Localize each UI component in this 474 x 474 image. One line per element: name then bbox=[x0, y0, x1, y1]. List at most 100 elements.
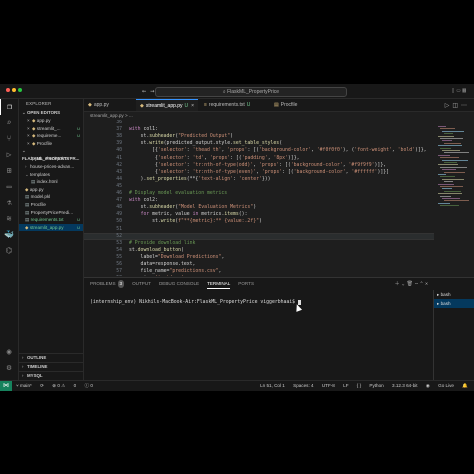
open-editors-section[interactable]: ⌄OPEN EDITORS bbox=[19, 109, 83, 117]
tree-item[interactable]: ▤ PropertyPricePredi... bbox=[19, 209, 83, 217]
indentation[interactable]: Spaces: 4 bbox=[293, 383, 313, 388]
minimap-line bbox=[440, 186, 463, 187]
tree-item[interactable]: ◆ app.py bbox=[19, 186, 83, 194]
database-icon[interactable]: ≋ bbox=[0, 211, 18, 227]
command-center[interactable]: ⌕ FlaskML_PropertyPrice bbox=[155, 87, 347, 97]
info-indicator[interactable]: ⓘ 0 bbox=[84, 383, 92, 388]
code-editor[interactable]: 36 37 38 39 40 41 42 43 44 45 46 47 48 49 50 51 52 53 54 55… bbox=[84, 120, 434, 276]
account-icon[interactable]: ◉ bbox=[0, 344, 18, 360]
panel-tab[interactable]: PORTS bbox=[238, 280, 254, 288]
customize-layout-icon[interactable]: ▦ bbox=[462, 87, 468, 94]
tree-item[interactable]: ▤ requirements.txt U bbox=[19, 216, 83, 224]
testing-icon[interactable]: ⚗ bbox=[0, 195, 18, 211]
trash-icon[interactable]: 🗑 bbox=[407, 281, 415, 287]
panel-tab[interactable]: OUTPUT bbox=[132, 280, 151, 288]
mysql-section[interactable]: › MYSQL bbox=[19, 371, 83, 380]
panel-tab-label: TERMINAL bbox=[207, 281, 231, 286]
close-icon[interactable]: × bbox=[27, 133, 31, 138]
tree-item[interactable]: ⌄ templates bbox=[19, 171, 83, 179]
line-number: 51 bbox=[116, 226, 122, 232]
panel-tab[interactable]: PROBLEMS 3 bbox=[90, 280, 125, 288]
back-arrow-icon[interactable]: ← bbox=[142, 87, 150, 95]
open-editor-item[interactable]: × ◆ Procfile bbox=[19, 140, 83, 148]
go-live-button[interactable]: ◉ Go Live bbox=[426, 383, 454, 388]
panel-tab-label: OUTPUT bbox=[132, 281, 151, 286]
tree-item-label: .ipynb_checkpoints bbox=[30, 156, 70, 162]
code-line: label="Download Predictions", bbox=[129, 254, 225, 260]
python-icon[interactable]: ⌬ bbox=[0, 243, 18, 259]
panel-actions: ＋⌄🗑⋯⌃✕ bbox=[395, 280, 430, 287]
line-number: 55 bbox=[116, 254, 122, 260]
close-icon[interactable]: × bbox=[27, 118, 31, 123]
line-number: 49 bbox=[116, 212, 122, 218]
panel-tab[interactable]: DEBUG CONSOLE bbox=[159, 280, 199, 288]
close-icon[interactable]: × bbox=[27, 126, 31, 131]
tree-item[interactable]: › house-prices-advan... bbox=[19, 163, 83, 171]
gear-icon[interactable]: ⚙ bbox=[0, 360, 18, 376]
zoom-window-button[interactable] bbox=[18, 88, 22, 92]
remote-indicator-icon[interactable]: ⋈ bbox=[0, 381, 12, 391]
open-editor-item[interactable]: × ◆ requireme... U bbox=[19, 132, 83, 140]
minimap-line bbox=[444, 142, 461, 144]
remote-explorer-icon[interactable]: ▭ bbox=[0, 179, 18, 195]
problems-indicator[interactable]: ⊗ 0 ⚠ 0 bbox=[52, 383, 76, 388]
editor-tab[interactable]: ◆ app.py bbox=[84, 99, 138, 111]
editor-tab[interactable]: ◆ streamlit_app.py U × bbox=[136, 99, 198, 111]
python-file-icon: ◆ bbox=[88, 102, 92, 108]
line-number: 45 bbox=[116, 183, 122, 189]
branch-indicator[interactable]: ⑂ main* bbox=[16, 383, 32, 388]
close-icon[interactable]: × bbox=[191, 103, 194, 109]
open-editor-item[interactable]: × ◆ app.py bbox=[19, 117, 83, 125]
minimap[interactable] bbox=[434, 120, 474, 276]
encoding[interactable]: UTF-8 bbox=[322, 383, 335, 388]
code-line: with col2: bbox=[129, 198, 158, 204]
tree-item[interactable]: ▤ Procfile bbox=[19, 201, 83, 209]
open-editor-item[interactable]: × ◆ streamlit_... U bbox=[19, 125, 83, 133]
panel-tab[interactable]: TERMINAL bbox=[207, 280, 231, 289]
language-mode[interactable]: { } Python bbox=[357, 383, 384, 388]
terminal-session[interactable]: ▸ bash bbox=[434, 299, 474, 308]
code-line: st.write(predicted_output.style.set_tabl… bbox=[129, 141, 283, 147]
split-editor-icon[interactable]: ◫ bbox=[452, 103, 461, 109]
explorer-icon[interactable]: ❐ bbox=[0, 99, 18, 115]
project-section[interactable]: ⌄FLASKML_PROPERTYPR... bbox=[19, 147, 83, 161]
line-number: 52 bbox=[116, 233, 122, 239]
terminal-output[interactable]: (internship_env) Nikhils-MacBook-Air:Fla… bbox=[90, 300, 301, 305]
search-icon[interactable]: ⌕ bbox=[0, 115, 18, 131]
tree-item[interactable]: ◆ streamlit_app.py U bbox=[19, 223, 83, 232]
new-terminal-icon[interactable]: ＋ bbox=[395, 281, 402, 287]
tree-item[interactable]: ▤ model.pkl bbox=[19, 193, 83, 201]
python-interpreter[interactable]: 3.12.3 64-bit bbox=[392, 383, 418, 388]
more-actions-icon[interactable]: ⋯ bbox=[461, 103, 470, 109]
timeline-section[interactable]: › TIMELINE bbox=[19, 362, 83, 371]
minimap-line bbox=[442, 188, 452, 190]
close-window-button[interactable] bbox=[6, 88, 10, 92]
cursor-position[interactable]: Ln 51, Col 1 bbox=[260, 383, 285, 388]
end-of-line[interactable]: LF bbox=[343, 383, 348, 388]
minimap-line bbox=[438, 164, 458, 166]
close-panel-icon[interactable]: ✕ bbox=[425, 281, 430, 287]
terminal-session[interactable]: ▸ bash bbox=[434, 290, 474, 299]
tree-item[interactable]: › .ipynb_checkpoints bbox=[19, 155, 83, 163]
editor-tab[interactable]: ≡ requirements.txt U bbox=[200, 99, 272, 111]
source-control-icon[interactable]: ⑂ bbox=[0, 131, 18, 147]
tree-item-label: requirements.txt bbox=[30, 217, 64, 223]
terminal-session-label: bash bbox=[440, 301, 451, 306]
run-debug-icon[interactable]: ▷ bbox=[0, 147, 18, 163]
code-line: data=response.text, bbox=[129, 262, 196, 267]
code-line: # Provide download link bbox=[129, 240, 196, 246]
extensions-icon[interactable]: ⊞ bbox=[0, 163, 18, 179]
outline-section[interactable]: › OUTLINE bbox=[19, 353, 83, 362]
current-line-highlight bbox=[84, 233, 434, 240]
problems-count-badge: 3 bbox=[117, 280, 125, 288]
editor-tab[interactable]: ▤ Procfile bbox=[270, 99, 322, 111]
minimize-window-button[interactable] bbox=[12, 88, 16, 92]
tree-item[interactable]: ▤ index.html bbox=[19, 178, 83, 186]
bell-icon[interactable]: 🔔 bbox=[462, 383, 468, 388]
docker-icon[interactable]: 🐳 bbox=[0, 227, 18, 243]
close-icon[interactable]: × bbox=[27, 141, 31, 146]
sync-icon[interactable]: ⟳ bbox=[40, 383, 44, 388]
tab-badge: U bbox=[246, 102, 251, 108]
breadcrumb[interactable]: streamlit_app.py > ... bbox=[84, 112, 133, 120]
git-status-badge: U bbox=[77, 217, 80, 223]
